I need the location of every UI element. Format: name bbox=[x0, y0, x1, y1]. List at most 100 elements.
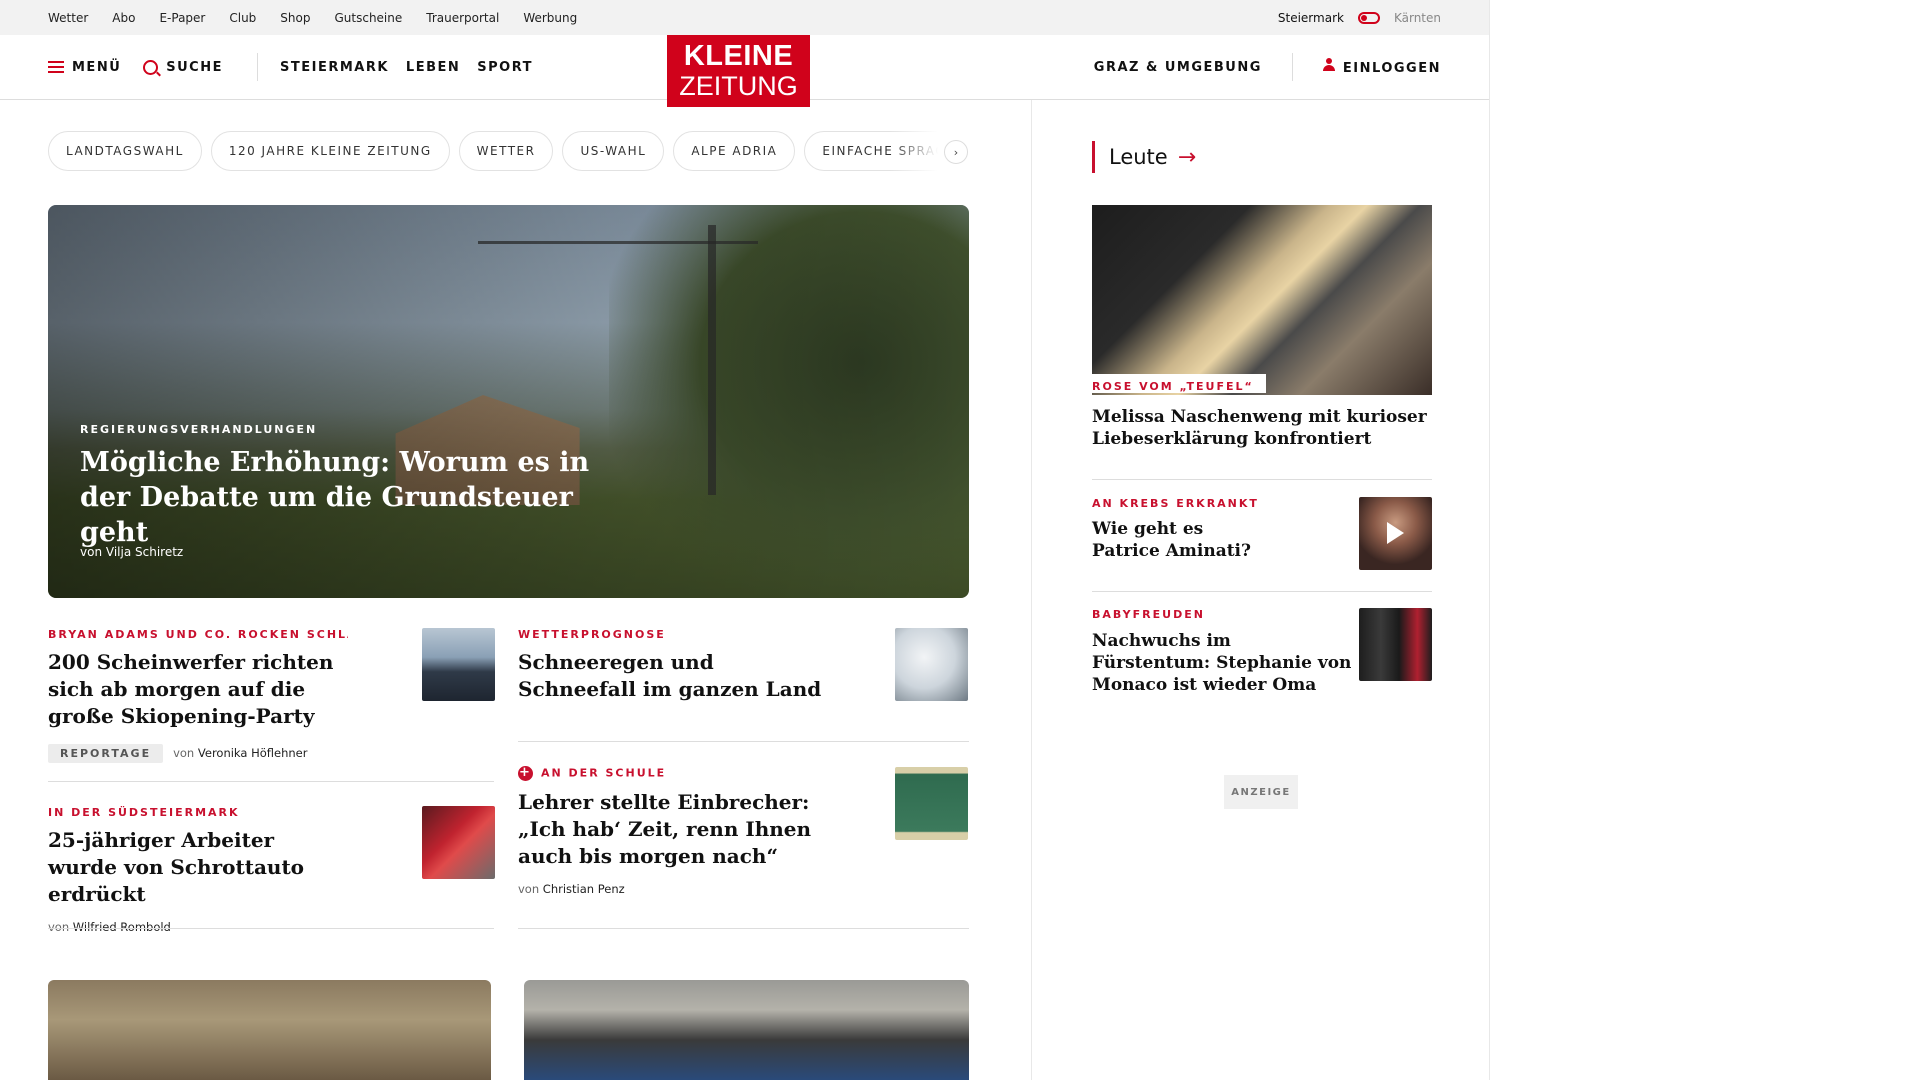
region-toggle[interactable] bbox=[1357, 11, 1380, 24]
utility-link-gutscheine[interactable]: Gutscheine bbox=[334, 11, 402, 25]
byline-prefix: von bbox=[173, 746, 195, 760]
search-label: SUCHE bbox=[166, 59, 223, 75]
page-right-background bbox=[1489, 0, 1920, 1080]
article-title: Schneeregen und Schneefall im ganzen Lan… bbox=[518, 650, 822, 701]
user-icon bbox=[1322, 58, 1335, 72]
rail-kicker: BABYFREUDEN bbox=[1092, 608, 1205, 621]
secondary-nav: GRAZ & UMGEBUNG EINLOGGEN bbox=[1094, 35, 1441, 99]
article-divider bbox=[518, 928, 969, 929]
article-meta: REPORTAGE von Veronika Höflehner bbox=[48, 742, 348, 763]
utility-link-wetter[interactable]: Wetter bbox=[48, 11, 88, 25]
play-icon[interactable] bbox=[1387, 522, 1404, 544]
nav-steiermark[interactable]: STEIERMARK bbox=[280, 60, 389, 75]
utility-link-werbung[interactable]: Werbung bbox=[523, 11, 577, 25]
topic-pills: LANDTAGSWAHL 120 JAHRE KLEINE ZEITUNG WE… bbox=[48, 131, 968, 171]
nav-leben[interactable]: LEBEN bbox=[406, 60, 460, 75]
login-button[interactable]: EINLOGGEN bbox=[1322, 58, 1441, 76]
utility-link-shop[interactable]: Shop bbox=[280, 11, 310, 25]
hero-byline: von Vilja Schiretz bbox=[80, 545, 183, 559]
utility-link-epaper[interactable]: E-Paper bbox=[159, 11, 205, 25]
pill-alpe-adria[interactable]: ALPE ADRIA bbox=[673, 131, 796, 171]
region-switch: Steiermark Kärnten bbox=[1278, 0, 1441, 35]
teaser-image-christmas[interactable] bbox=[48, 980, 491, 1080]
article-byline: von Veronika Höflehner bbox=[173, 746, 307, 760]
primary-nav: MENÜ SUCHE STEIERMARK LEBEN SPORT bbox=[48, 35, 555, 99]
rail-title[interactable]: Wie geht es Patrice Aminati? bbox=[1092, 518, 1262, 562]
hero-kicker: REGIERUNGSVERHANDLUNGEN bbox=[80, 423, 318, 436]
main-header: MENÜ SUCHE STEIERMARK LEBEN SPORT KLEINE… bbox=[0, 35, 1489, 107]
article-tag: REPORTAGE bbox=[48, 744, 164, 763]
hero-byline-prefix: von bbox=[80, 545, 103, 559]
utility-links: Wetter Abo E-Paper Club Shop Gutscheine … bbox=[48, 0, 577, 35]
pills-next-button[interactable]: › bbox=[944, 140, 968, 164]
menu-button[interactable]: MENÜ bbox=[48, 60, 121, 75]
hero-title: Mögliche Erhöhung: Worum es in der Debat… bbox=[80, 447, 590, 548]
logo-line-2: ZEITUNG bbox=[679, 71, 798, 101]
hero-author: Vilja Schiretz bbox=[105, 545, 184, 559]
article-author: Veronika Höflehner bbox=[197, 746, 308, 760]
article-divider bbox=[48, 928, 494, 929]
menu-label: MENÜ bbox=[72, 59, 122, 75]
nav-graz-umgebung[interactable]: GRAZ & UMGEBUNG bbox=[1094, 60, 1262, 75]
teaser-image-building[interactable] bbox=[524, 980, 969, 1080]
pill-wetter[interactable]: WETTER bbox=[458, 131, 554, 171]
article-thumbnail[interactable] bbox=[422, 628, 495, 701]
region-kaernten[interactable]: Kärnten bbox=[1394, 11, 1441, 25]
hamburger-icon bbox=[48, 61, 64, 73]
article-card-wetter[interactable]: WETTERPROGNOSE Schneeregen und Schneefal… bbox=[518, 628, 838, 703]
article-kicker: IN DER SÜDSTEIERMARK bbox=[48, 806, 240, 819]
byline-prefix: von bbox=[48, 920, 70, 934]
article-title: 25-jähriger Arbeiter wurde von Schrottau… bbox=[48, 828, 305, 906]
article-byline: von Wilfried Rombold bbox=[48, 920, 348, 934]
article-card-schule[interactable]: + AN DER SCHULE Lehrer stellte Einbrecher… bbox=[518, 766, 838, 896]
kicker-text: AN DER SCHULE bbox=[541, 766, 667, 780]
byline-prefix: von bbox=[518, 882, 540, 896]
rail-title[interactable]: Nachwuchs im Fürstentum: Stephanie von M… bbox=[1092, 630, 1352, 696]
column-divider bbox=[1031, 100, 1032, 1080]
rail-heading-leute[interactable]: Leute → bbox=[1092, 141, 1196, 173]
utility-bar: Wetter Abo E-Paper Club Shop Gutscheine … bbox=[0, 0, 1489, 35]
article-card-skiopening[interactable]: BRYAN ADAMS UND CO. ROCKEN SCHLAD… 200 S… bbox=[48, 628, 348, 763]
article-byline: von Christian Penz bbox=[518, 882, 838, 896]
login-label: EINLOGGEN bbox=[1342, 61, 1441, 76]
article-divider bbox=[48, 781, 494, 782]
search-button[interactable]: SUCHE bbox=[143, 59, 223, 75]
article-kicker: + AN DER SCHULE bbox=[518, 766, 838, 781]
nav-divider bbox=[257, 53, 258, 81]
site-container: Wetter Abo E-Paper Club Shop Gutscheine … bbox=[0, 0, 1490, 1080]
pill-us-wahl[interactable]: US-WAHL bbox=[562, 131, 665, 171]
article-author: Christian Penz bbox=[542, 882, 625, 896]
ad-label: ANZEIGE bbox=[1224, 775, 1298, 809]
rail-divider bbox=[1092, 479, 1432, 480]
utility-link-trauerportal[interactable]: Trauerportal bbox=[426, 11, 499, 25]
rail-hero-image[interactable] bbox=[1092, 205, 1432, 395]
rail-title[interactable]: Melissa Naschenweng mit kurioser Liebese… bbox=[1092, 406, 1437, 450]
region-steiermark[interactable]: Steiermark bbox=[1278, 11, 1344, 25]
pill-landtagswahl[interactable]: LANDTAGSWAHL bbox=[48, 131, 202, 171]
search-icon bbox=[143, 59, 159, 75]
article-card-suedsteiermark[interactable]: IN DER SÜDSTEIERMARK 25-jähriger Arbeite… bbox=[48, 806, 348, 934]
nav-sport[interactable]: SPORT bbox=[477, 60, 533, 75]
rail-thumbnail[interactable] bbox=[1359, 608, 1432, 681]
rail-divider bbox=[1092, 591, 1432, 592]
chevron-right-icon: › bbox=[953, 145, 959, 159]
article-kicker: BRYAN ADAMS UND CO. ROCKEN SCHLAD… bbox=[48, 628, 348, 641]
pill-120-jahre[interactable]: 120 JAHRE KLEINE ZEITUNG bbox=[210, 131, 450, 171]
article-kicker: WETTERPROGNOSE bbox=[518, 628, 666, 641]
article-divider bbox=[518, 741, 969, 742]
site-logo[interactable]: KLEINE ZEITUNG bbox=[667, 35, 810, 107]
article-thumbnail[interactable] bbox=[895, 767, 968, 840]
plus-icon: + bbox=[518, 766, 533, 781]
utility-link-abo[interactable]: Abo bbox=[112, 11, 135, 25]
nav-divider-right bbox=[1291, 53, 1293, 81]
utility-link-club[interactable]: Club bbox=[229, 11, 256, 25]
article-title: Lehrer stellte Einbrecher: „Ich hab‘ Zei… bbox=[518, 790, 812, 868]
article-thumbnail[interactable] bbox=[895, 628, 968, 701]
article-title: 200 Scheinwerfer richten sich ab morgen … bbox=[48, 650, 334, 728]
article-thumbnail[interactable] bbox=[422, 806, 495, 879]
rail-kicker: AN KREBS ERKRANKT bbox=[1092, 497, 1259, 510]
arrow-right-icon: → bbox=[1177, 144, 1197, 170]
hero-article[interactable]: REGIERUNGSVERHANDLUNGEN Mögliche Erhöhun… bbox=[48, 205, 969, 598]
rail-heading-label: Leute bbox=[1109, 145, 1168, 169]
rail-kicker: ROSE VOM „TEUFEL“ bbox=[1092, 374, 1266, 393]
